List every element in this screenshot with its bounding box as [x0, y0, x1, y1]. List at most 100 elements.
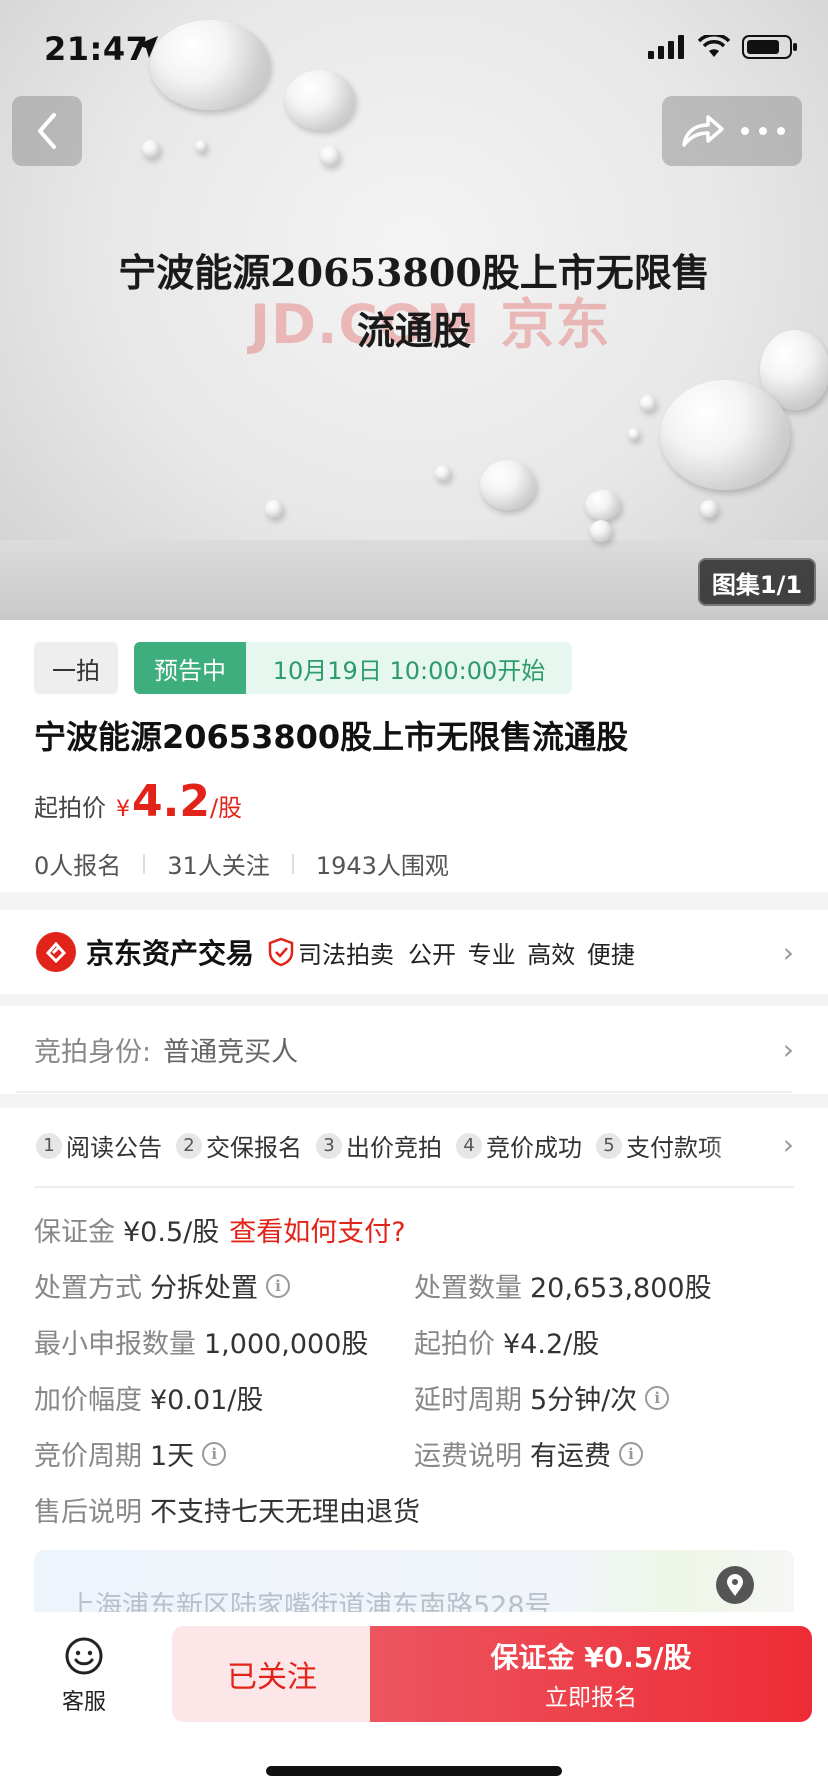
aftersale-value: 不支持七天无理由退货 — [150, 1497, 420, 1528]
water-drop — [590, 520, 612, 542]
bid-cycle-row: 竞价周期 1天 i — [34, 1434, 227, 1473]
aftersale-label: 售后说明 — [34, 1497, 142, 1528]
water-drop — [435, 465, 451, 481]
start-price-label: 起拍价 — [414, 1329, 495, 1360]
customer-service-icon — [65, 1637, 103, 1675]
seller-slogan: 公开 专业 高效 便捷 — [408, 940, 635, 969]
signup-button[interactable]: 保证金 ¥0.5/股 立即报名 — [370, 1626, 812, 1722]
shipping-row: 运费说明 有运费 i — [414, 1434, 643, 1473]
water-drop — [265, 500, 283, 518]
min-quantity-value: 1,000,000股 — [204, 1329, 369, 1360]
viewer-count: 1943人围观 — [315, 852, 449, 880]
disposal-method-row: 处置方式 分拆处置 i — [34, 1266, 290, 1305]
gallery-badge[interactable]: 图集1/1 — [698, 558, 816, 606]
follower-count: 31人关注 — [167, 852, 270, 880]
price-currency: ¥ — [116, 797, 130, 822]
step-number: 1 — [36, 1132, 62, 1159]
map-pin-icon[interactable] — [716, 1566, 754, 1604]
signup-deposit-label: 保证金 ¥0.5/股 — [490, 1641, 692, 1674]
follow-button[interactable]: 已关注 — [172, 1626, 372, 1722]
deposit-value: ¥0.5/股 — [123, 1217, 220, 1248]
delay-label: 延时周期 — [414, 1385, 522, 1416]
status-bar: 21:47 — [0, 0, 828, 100]
step-label: 出价竞拍 — [346, 1134, 442, 1162]
step-number: 4 — [456, 1132, 482, 1159]
signal-icon — [648, 35, 684, 59]
water-drop — [640, 395, 656, 411]
info-icon[interactable]: i — [202, 1441, 227, 1466]
jd-asset-logo-icon — [36, 932, 76, 972]
water-drop — [320, 146, 340, 166]
bottom-action-bar: 客服 已关注 保证金 ¥0.5/股 立即报名 — [0, 1612, 828, 1792]
address-map-card[interactable]: 上海浦东新区陆家嘴街道浦东南路528号 — [34, 1550, 794, 1620]
price-label: 起拍价 — [34, 794, 106, 822]
battery-icon — [742, 35, 797, 59]
step-label: 竞价成功 — [486, 1134, 582, 1162]
back-button[interactable] — [12, 96, 82, 166]
location-arrow-icon — [136, 36, 158, 58]
divider — [143, 853, 146, 874]
min-quantity-row: 最小申报数量 1,000,000股 — [34, 1322, 368, 1361]
start-time-badge: 10月19日 10:00:00开始 — [246, 642, 572, 694]
hero-title-line1: 宁波能源20653800股上市无限售 — [118, 250, 710, 295]
water-drop — [700, 500, 718, 518]
step-number: 5 — [596, 1132, 622, 1159]
seller-name: 京东资产交易 — [86, 937, 255, 970]
water-drop — [480, 460, 536, 510]
shipping-label: 运费说明 — [414, 1441, 522, 1472]
water-drop — [660, 380, 790, 490]
step-item: 4 竞价成功 — [456, 1128, 582, 1163]
water-drop — [142, 140, 160, 158]
delay-value: 5分钟/次 — [530, 1385, 638, 1416]
auction-round-tag: 一拍 — [34, 642, 118, 694]
customer-service-button[interactable]: 客服 — [52, 1636, 116, 1716]
disposal-quantity-label: 处置数量 — [414, 1273, 522, 1304]
steps-fade — [700, 1124, 780, 1164]
disposal-quantity-row: 处置数量 20,653,800股 — [414, 1266, 712, 1305]
water-drop — [585, 490, 621, 520]
auction-stats: 0人报名 31人关注 1943人围观 — [34, 846, 449, 881]
shipping-value: 有运费 — [530, 1441, 611, 1472]
bid-cycle-value: 1天 — [150, 1441, 195, 1472]
home-indicator[interactable] — [266, 1766, 562, 1776]
section-divider — [0, 892, 828, 910]
signup-label: 立即报名 — [545, 1685, 637, 1711]
section-divider — [0, 1094, 828, 1108]
seller-row[interactable]: 京东资产交易 司法拍卖 公开 专业 高效 便捷 › — [0, 910, 828, 994]
info-icon[interactable]: i — [266, 1273, 290, 1298]
how-to-pay-link[interactable]: 查看如何支付? — [229, 1210, 405, 1249]
step-label: 交保报名 — [206, 1134, 302, 1162]
chevron-left-icon — [38, 113, 56, 149]
bidder-identity-row[interactable]: 竞拍身份: 普通竞买人 › — [0, 1006, 828, 1092]
deposit-row: 保证金 ¥0.5/股 查看如何支付? — [34, 1210, 406, 1249]
step-number: 3 — [316, 1132, 342, 1159]
step-label: 阅读公告 — [66, 1134, 162, 1162]
chevron-right-icon[interactable]: › — [783, 1128, 794, 1161]
share-more-button[interactable] — [662, 96, 802, 166]
identity-value: 普通竞买人 — [163, 1036, 299, 1068]
chevron-right-icon: › — [782, 935, 794, 969]
auction-steps[interactable]: 1 阅读公告 2 交保报名 3 出价竞拍 4 竞价成功 5 支付款项 — [36, 1128, 776, 1163]
wifi-icon — [698, 35, 730, 57]
water-drop — [195, 140, 207, 152]
step-number: 2 — [176, 1132, 202, 1159]
increment-row: 加价幅度 ¥0.01/股 — [34, 1378, 263, 1417]
increment-value: ¥0.01/股 — [150, 1385, 264, 1416]
chevron-right-icon: › — [782, 1032, 794, 1066]
start-price-value: ¥4.2/股 — [503, 1329, 600, 1360]
price-value: 4.2 — [132, 776, 210, 827]
deposit-label: 保证金 — [34, 1217, 115, 1248]
min-quantity-label: 最小申报数量 — [34, 1329, 196, 1360]
divider — [34, 1186, 794, 1188]
more-icon[interactable] — [740, 126, 786, 136]
water-drop — [628, 428, 640, 440]
step-item: 1 阅读公告 — [36, 1128, 162, 1163]
share-icon[interactable] — [678, 111, 728, 151]
shield-check-icon — [268, 937, 294, 967]
delay-row: 延时周期 5分钟/次 i — [414, 1378, 670, 1417]
info-icon[interactable]: i — [619, 1441, 643, 1466]
status-time: 21:47 — [44, 30, 149, 68]
info-icon[interactable]: i — [645, 1385, 670, 1410]
divider — [16, 1091, 792, 1093]
step-item: 3 出价竞拍 — [316, 1128, 442, 1163]
